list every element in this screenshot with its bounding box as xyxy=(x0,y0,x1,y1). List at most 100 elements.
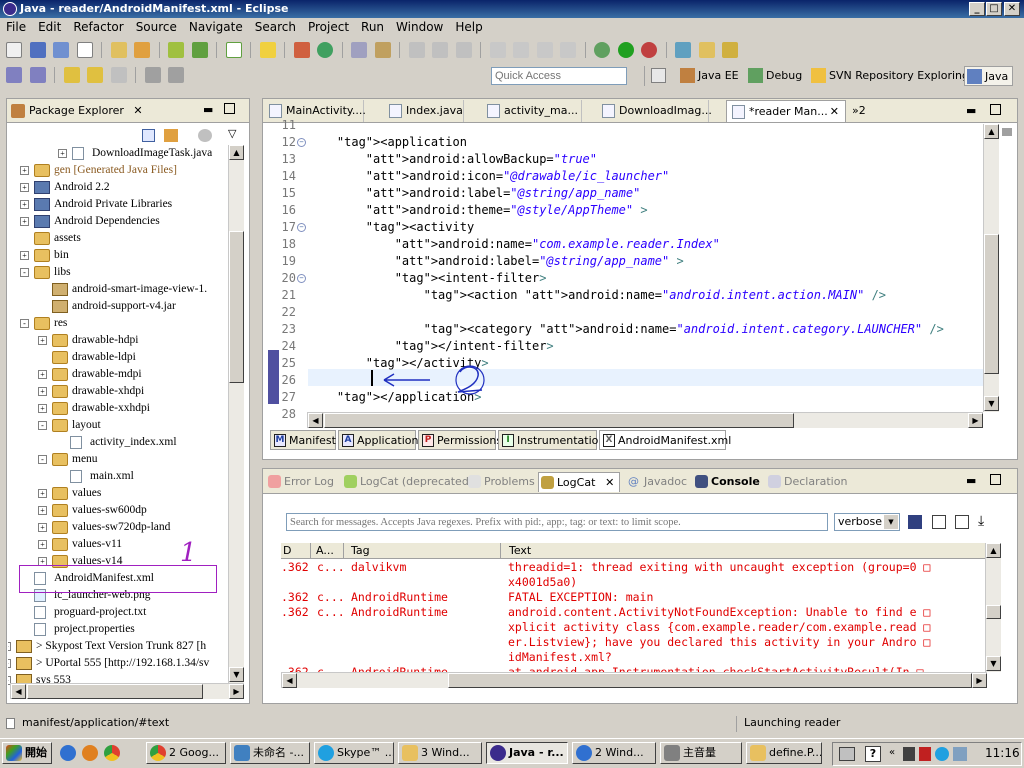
scroll-left-button[interactable]: ◀ xyxy=(282,673,297,688)
scroll-thumb[interactable] xyxy=(984,234,999,374)
editor-tab-index[interactable]: Index.java xyxy=(384,100,464,122)
tree-item[interactable]: + values-sw720dp-land xyxy=(8,519,228,536)
expand-toggle-icon[interactable]: + xyxy=(20,200,29,209)
tray-antivirus-icon[interactable] xyxy=(919,747,931,761)
last-edit-icon[interactable] xyxy=(63,67,80,83)
task-eclipse[interactable]: Java - r... xyxy=(486,742,568,764)
editor-vscrollbar[interactable]: ▲ ▼ xyxy=(983,124,999,412)
tree-item[interactable]: - libs xyxy=(8,264,228,281)
editor-tab-mainactivity[interactable]: MainActivity.... xyxy=(264,100,366,122)
external-tools-icon[interactable] xyxy=(641,42,657,58)
pin-editor-icon[interactable] xyxy=(144,67,161,83)
scroll-thumb[interactable] xyxy=(229,231,244,383)
close-tab-icon[interactable]: ✕ xyxy=(605,473,614,493)
perspective-java[interactable]: Java xyxy=(964,66,1014,86)
perspective-svn[interactable]: SVN Repository Exploring xyxy=(809,66,969,86)
new-android-project-icon[interactable] xyxy=(259,42,276,58)
maximize-view-icon[interactable] xyxy=(224,103,235,114)
menu-file[interactable]: File xyxy=(0,18,32,36)
tree-item[interactable]: activity_index.xml xyxy=(8,434,228,451)
scroll-up-button[interactable]: ▲ xyxy=(984,124,999,139)
save-all-icon[interactable] xyxy=(53,42,69,58)
save-icon[interactable] xyxy=(29,42,46,58)
close-button[interactable]: ✕ xyxy=(1004,2,1020,16)
col-tag[interactable]: Tag xyxy=(347,543,501,558)
android-sdk-icon[interactable] xyxy=(110,42,127,58)
tree-item[interactable]: proguard-project.txt xyxy=(8,604,228,621)
menu-help[interactable]: Help xyxy=(449,18,488,36)
scroll-down-button[interactable]: ▼ xyxy=(984,396,999,411)
logcat-vscrollbar[interactable]: ▲ ▼ xyxy=(985,543,1001,672)
perspective-java-ee[interactable]: Java EE xyxy=(678,66,739,86)
menu-source[interactable]: Source xyxy=(130,18,183,36)
tree-item[interactable]: + > Skypost Text Version Trunk 827 [h xyxy=(8,638,228,655)
undo-icon[interactable] xyxy=(408,42,425,58)
expand-toggle-icon[interactable]: - xyxy=(38,455,47,464)
next-annotation-icon[interactable] xyxy=(6,67,22,83)
menu-navigate[interactable]: Navigate xyxy=(183,18,249,36)
open-type-icon[interactable] xyxy=(351,42,367,58)
tree-item[interactable]: assets xyxy=(8,230,228,247)
expand-tray-icon[interactable]: « xyxy=(889,747,895,758)
start-button[interactable]: 開始 xyxy=(2,742,52,764)
scroll-right-button[interactable]: ▶ xyxy=(968,413,983,428)
save-log-icon[interactable] xyxy=(908,515,922,529)
run-icon[interactable] xyxy=(617,42,634,58)
help-icon[interactable]: ? xyxy=(865,746,881,762)
package-tree-hscrollbar[interactable]: ◀ ▶ xyxy=(10,683,244,699)
scroll-right-button[interactable]: ▶ xyxy=(229,684,244,699)
hscroll-thumb[interactable] xyxy=(448,673,972,688)
tree-item[interactable]: + gen [Generated Java Files] xyxy=(8,162,228,179)
chevron-down-icon[interactable]: ▽ xyxy=(228,127,236,140)
expand-toggle-icon[interactable]: + xyxy=(8,642,11,651)
manifest-tab-application[interactable]: A Application xyxy=(338,430,418,450)
checkbox-icon[interactable] xyxy=(225,42,242,58)
maximize-panel-icon[interactable] xyxy=(990,474,1001,485)
open-project-icon[interactable] xyxy=(675,42,691,58)
scroll-up-button[interactable]: ▲ xyxy=(986,543,1001,558)
tree-item[interactable]: + values-sw600dp xyxy=(8,502,228,519)
logcat-hscrollbar[interactable]: ◀ ▶ xyxy=(281,672,987,688)
print-icon[interactable] xyxy=(76,42,93,58)
task-windows-explorer[interactable]: 3 Wind... xyxy=(398,742,482,764)
expand-toggle-icon[interactable]: + xyxy=(20,251,29,260)
redo-icon[interactable] xyxy=(432,42,448,58)
tree-item[interactable]: + DownloadImageTask.java xyxy=(8,145,228,162)
menu-window[interactable]: Window xyxy=(390,18,449,36)
expand-toggle-icon[interactable]: - xyxy=(38,421,47,430)
prev-annotation-icon[interactable] xyxy=(29,67,46,83)
tab-logcat-deprecated[interactable]: LogCat (deprecated) xyxy=(342,472,473,492)
close-tab-icon[interactable]: ✕ xyxy=(133,104,142,117)
task-skype[interactable]: Skype™ ... xyxy=(314,742,394,764)
log-level-select[interactable]: verbose ▼ xyxy=(834,513,900,531)
tab-console[interactable]: Console xyxy=(693,472,760,492)
expand-toggle-icon[interactable]: + xyxy=(38,370,47,379)
suspend-icon[interactable] xyxy=(513,42,529,58)
task-chrome[interactable]: 2 Goog... xyxy=(146,742,226,764)
expand-toggle-icon[interactable]: + xyxy=(38,387,47,396)
toggle-breadcrumb-icon[interactable] xyxy=(168,67,184,83)
tree-item[interactable]: + drawable-mdpi xyxy=(8,366,228,383)
menu-refactor[interactable]: Refactor xyxy=(67,18,129,36)
expand-toggle-icon[interactable]: + xyxy=(58,149,67,158)
package-explorer-tab[interactable]: Package Explorer ✕ xyxy=(7,101,143,121)
menu-search[interactable]: Search xyxy=(249,18,302,36)
expand-toggle-icon[interactable]: + xyxy=(20,183,29,192)
expand-toggle-icon[interactable]: - xyxy=(20,319,29,328)
back-icon[interactable] xyxy=(87,67,103,83)
scroll-up-button[interactable]: ▲ xyxy=(229,145,244,160)
tab-problems[interactable]: Problems xyxy=(466,472,535,492)
task-ie-windows[interactable]: 2 Wind... xyxy=(572,742,656,764)
expand-toggle-icon[interactable]: + xyxy=(38,489,47,498)
close-tab-icon[interactable]: ✕ xyxy=(830,101,839,123)
tree-item[interactable]: + Android Private Libraries xyxy=(8,196,228,213)
lint-icon[interactable] xyxy=(191,42,208,58)
col-text[interactable]: Text xyxy=(505,543,985,558)
minimize-view-icon[interactable]: ▬ xyxy=(203,103,213,116)
tree-item[interactable]: - layout xyxy=(8,417,228,434)
editor-tab-manifest-active[interactable]: *reader Man... ✕ xyxy=(726,100,846,122)
tree-item[interactable]: + bin xyxy=(8,247,228,264)
expand-toggle-icon[interactable]: + xyxy=(20,166,29,175)
expand-toggle-icon[interactable]: + xyxy=(38,506,47,515)
scroll-left-button[interactable]: ◀ xyxy=(11,684,26,699)
